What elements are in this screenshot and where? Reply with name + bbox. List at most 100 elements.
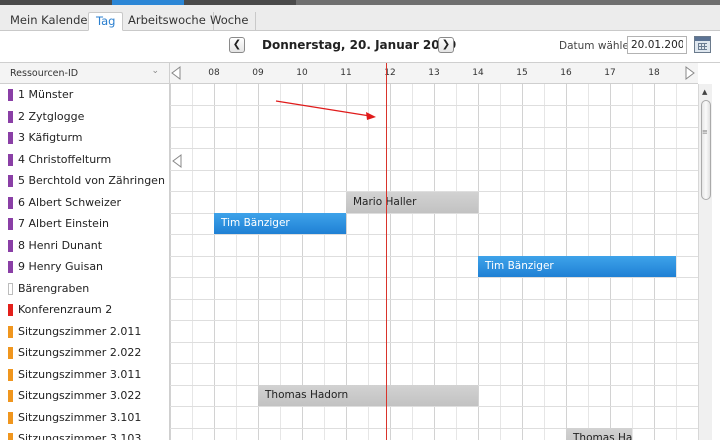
resource-color-swatch <box>8 325 13 338</box>
resource-label[interactable]: Sitzungszimmer 3.101 <box>0 406 170 429</box>
resource-color-swatch <box>8 304 13 316</box>
resource-color-swatch <box>8 261 13 273</box>
resource-row: 8 Henri Dunant <box>0 234 698 257</box>
hour-tick-label: 12 <box>384 68 396 78</box>
resource-name: 2 Zytglogge <box>18 109 85 123</box>
resource-color-swatch <box>8 175 13 187</box>
resource-label[interactable]: Konferenzraum 2 <box>0 299 170 321</box>
resource-column-header[interactable]: Ressourcen-ID ⌄ <box>0 63 170 84</box>
resource-color-swatch <box>8 132 13 144</box>
chevron-down-icon: ⌄ <box>151 66 159 76</box>
calendar-event[interactable]: Thomas Hadorn <box>566 428 632 440</box>
hour-tick-label: 15 <box>516 68 528 78</box>
resource-label[interactable]: 6 Albert Schweizer <box>0 191 170 214</box>
scroll-time-right-arrow[interactable] <box>684 66 698 80</box>
resource-label[interactable]: Sitzungszimmer 3.103 <box>0 428 170 440</box>
resource-name: Sitzungszimmer 3.101 <box>18 410 142 424</box>
resource-row: Bärengraben <box>0 277 698 300</box>
resource-label[interactable]: Sitzungszimmer 3.022 <box>0 385 170 407</box>
calendar-event[interactable]: Tim Bänziger <box>478 256 676 277</box>
resource-name: Sitzungszimmer 3.011 <box>18 367 142 381</box>
resource-row: 7 Albert Einstein <box>0 213 698 235</box>
resource-label[interactable]: Sitzungszimmer 2.022 <box>0 342 170 364</box>
resource-label[interactable]: 7 Albert Einstein <box>0 213 170 235</box>
calendar-event[interactable]: Thomas Hadorn <box>258 385 478 406</box>
time-scale-header: 08 09 10 11 12 13 14 15 16 17 18 <box>170 63 698 84</box>
hour-tick-label: 17 <box>604 68 616 78</box>
resource-name: 1 Münster <box>18 88 74 101</box>
resource-color-swatch <box>8 347 13 359</box>
resource-name: 8 Henri Dunant <box>18 238 103 252</box>
resource-label[interactable]: 3 Käfigturm <box>0 127 170 149</box>
calendar-icon[interactable] <box>694 36 711 53</box>
calendar-event[interactable]: Mario Haller <box>346 191 478 213</box>
resource-name: Sitzungszimmer 2.011 <box>18 324 142 338</box>
resource-column-label: Ressourcen-ID <box>10 68 79 79</box>
resource-name: 7 Albert Einstein <box>18 217 109 230</box>
row-scroll-left-icon[interactable] <box>171 154 183 168</box>
scroll-up-icon[interactable]: ▲ <box>702 88 707 96</box>
arrow-right-icon <box>685 66 695 80</box>
resource-color-swatch <box>8 110 13 123</box>
date-picker-label: Datum wählen <box>559 40 636 52</box>
resource-name: 4 Christoffelturm <box>18 152 112 166</box>
resource-row: Sitzungszimmer 3.101 <box>0 406 698 429</box>
chevron-right-icon: ❯ <box>441 39 451 50</box>
tab-mein-kalender[interactable]: Mein Kalender <box>3 12 101 31</box>
resource-row: Sitzungszimmer 2.022 <box>0 342 698 364</box>
resource-color-swatch <box>8 411 13 424</box>
resource-name: Konferenzraum 2 <box>18 303 113 316</box>
arrow-left-icon <box>171 66 181 80</box>
resource-label[interactable]: 1 Münster <box>0 84 170 106</box>
resource-name: 6 Albert Schweizer <box>18 195 122 209</box>
next-day-button[interactable]: ❯ <box>438 37 454 53</box>
tab-woche[interactable]: Woche <box>203 12 257 31</box>
hour-tick-label: 13 <box>428 68 440 78</box>
resource-row: 4 Christoffelturm <box>0 148 698 171</box>
scrollbar-thumb[interactable] <box>701 100 711 200</box>
resource-color-swatch <box>8 196 13 209</box>
resource-label[interactable]: 5 Berchtold von Zähringen <box>0 170 170 192</box>
resource-row: 5 Berchtold von Zähringen <box>0 170 698 192</box>
resource-color-swatch <box>8 153 13 166</box>
resource-color-swatch <box>8 433 13 440</box>
date-navigation: ❮ Donnerstag, 20. Januar 2009 ❯ Datum wä… <box>0 32 720 60</box>
resource-row: Sitzungszimmer 2.011 <box>0 320 698 343</box>
resource-name: Sitzungszimmer 3.103 <box>18 432 142 440</box>
hour-tick-label: 16 <box>560 68 572 78</box>
hour-tick-label: 11 <box>340 68 352 78</box>
resource-label[interactable]: 9 Henry Guisan <box>0 256 170 278</box>
scroll-time-left-arrow[interactable] <box>170 66 184 80</box>
resource-color-swatch <box>8 368 13 381</box>
resource-label[interactable]: Bärengraben <box>0 277 170 300</box>
resource-name: 3 Käfigturm <box>18 131 83 144</box>
resource-row: 3 Käfigturm <box>0 127 698 149</box>
resource-name: Bärengraben <box>18 281 90 295</box>
previous-day-button[interactable]: ❮ <box>229 37 245 53</box>
current-date-title: Donnerstag, 20. Januar 2009 <box>262 38 457 52</box>
resource-name: 5 Berchtold von Zähringen <box>18 174 165 187</box>
date-picker-input[interactable] <box>627 36 687 54</box>
resource-label[interactable]: Sitzungszimmer 2.011 <box>0 320 170 343</box>
vertical-scrollbar[interactable]: ▲ ≡ <box>698 84 712 440</box>
resource-color-swatch <box>8 282 13 295</box>
resource-name: Sitzungszimmer 2.022 <box>18 346 142 359</box>
calendar-event[interactable]: Tim Bänziger <box>214 213 346 234</box>
resource-color-swatch <box>8 218 13 230</box>
scrollbar-grip-icon: ≡ <box>702 128 708 136</box>
resource-color-swatch <box>8 89 13 101</box>
tab-arbeitswoche[interactable]: Arbeitswoche <box>121 12 214 31</box>
view-tabs: Mein Kalender Tag Arbeitswoche Woche <box>0 5 720 31</box>
resource-label[interactable]: 8 Henri Dunant <box>0 234 170 257</box>
resource-color-swatch <box>8 239 13 252</box>
tab-tag[interactable]: Tag <box>88 12 124 31</box>
resource-label[interactable]: 4 Christoffelturm <box>0 148 170 171</box>
resource-name: Sitzungszimmer 3.022 <box>18 389 142 402</box>
resource-name: 9 Henry Guisan <box>18 260 104 273</box>
hour-tick-label: 14 <box>472 68 484 78</box>
hour-tick-label: 08 <box>208 68 220 78</box>
resource-label[interactable]: 2 Zytglogge <box>0 105 170 128</box>
resource-label[interactable]: Sitzungszimmer 3.011 <box>0 363 170 386</box>
current-time-indicator <box>386 63 388 440</box>
chevron-left-icon: ❮ <box>232 39 242 50</box>
